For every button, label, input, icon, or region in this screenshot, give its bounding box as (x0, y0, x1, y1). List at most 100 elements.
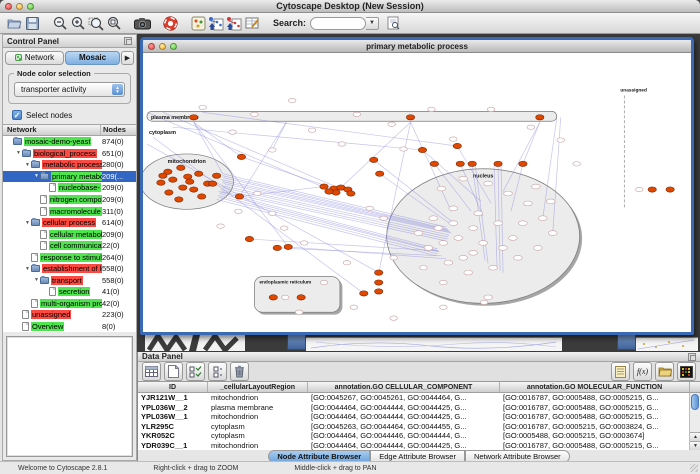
selected-node[interactable] (418, 147, 426, 152)
selected-node[interactable] (536, 115, 544, 120)
selected-node[interactable] (175, 197, 183, 202)
save-icon[interactable] (23, 14, 41, 32)
node[interactable] (519, 221, 528, 226)
node[interactable] (509, 236, 518, 241)
selected-node[interactable] (320, 184, 328, 189)
node[interactable] (295, 310, 303, 314)
scroll-up-icon[interactable]: ▲ (690, 432, 700, 441)
selected-node[interactable] (519, 161, 527, 166)
node[interactable] (366, 206, 374, 210)
scroll-down-icon[interactable]: ▼ (690, 441, 700, 450)
network-canvas[interactable]: plasma membrane cytoplasm mitochondrion … (143, 53, 691, 332)
node[interactable] (424, 246, 433, 251)
node[interactable] (524, 201, 533, 206)
tree-row[interactable]: secretion41(0) (3, 286, 136, 298)
tree-row[interactable]: ▼primary metabo209(... (3, 171, 136, 183)
selected-node[interactable] (360, 291, 368, 296)
node[interactable] (444, 260, 453, 265)
node[interactable] (254, 191, 262, 195)
node[interactable] (459, 176, 468, 181)
tree-row[interactable]: nitrogen compo209(0) (3, 194, 136, 206)
birdseye-panel[interactable] (6, 336, 133, 457)
node[interactable] (390, 316, 398, 320)
col-go-cellular-component[interactable]: annotation.GO CELLULAR_COMPONENT (308, 382, 500, 392)
selected-node[interactable] (184, 174, 192, 179)
node[interactable] (487, 107, 495, 111)
selected-node[interactable] (430, 161, 438, 166)
node[interactable] (388, 122, 396, 126)
background-window-canvas[interactable] (636, 337, 698, 351)
zoom-selected-region-icon[interactable] (87, 14, 105, 32)
selected-node[interactable] (198, 194, 206, 199)
node[interactable] (573, 162, 581, 166)
selected-node[interactable] (165, 190, 173, 195)
selected-node[interactable] (169, 177, 177, 182)
node[interactable] (636, 187, 644, 191)
selected-node[interactable] (195, 171, 203, 176)
selected-node[interactable] (245, 236, 253, 241)
resize-grip[interactable] (690, 464, 698, 472)
tree-row[interactable]: Overview8(0) (3, 321, 136, 333)
node[interactable] (548, 231, 557, 236)
tree-row[interactable]: cellular metabol209(0) (3, 228, 136, 240)
tree-row[interactable]: unassigned223(0) (3, 309, 136, 321)
node[interactable] (538, 216, 547, 221)
float-panel-icon[interactable] (124, 37, 132, 45)
unselect-attributes-icon[interactable] (208, 362, 227, 381)
tree-row[interactable]: response to stimulu264(0) (3, 251, 136, 263)
tree-col-network[interactable]: Network (3, 125, 101, 135)
selected-node[interactable] (190, 115, 198, 120)
selected-node[interactable] (375, 289, 383, 294)
snapshot-camera-icon[interactable] (133, 14, 151, 32)
node[interactable] (459, 255, 468, 260)
node[interactable] (251, 112, 259, 116)
table-row[interactable]: YKR052Ccytoplasm[GO:0044464, GO:0044446,… (138, 431, 700, 441)
zoom-out-icon[interactable] (51, 14, 69, 32)
tab-mosaic[interactable]: Mosaic (65, 51, 120, 65)
selected-node[interactable] (370, 157, 378, 162)
node[interactable] (400, 147, 408, 151)
selected-node[interactable] (456, 161, 464, 166)
node[interactable] (269, 211, 277, 215)
node[interactable] (489, 265, 498, 270)
node[interactable] (288, 98, 296, 102)
help-lifesaver-icon[interactable] (161, 14, 179, 32)
node[interactable] (440, 305, 448, 309)
selected-node[interactable] (159, 173, 167, 178)
node[interactable] (440, 280, 448, 284)
node[interactable] (504, 191, 513, 196)
birdseye-view-icon[interactable] (189, 14, 207, 32)
select-nodes-checkbox[interactable]: ✓ (12, 110, 22, 120)
node[interactable] (429, 216, 438, 221)
col-id[interactable]: ID (138, 382, 208, 392)
node[interactable] (235, 209, 243, 213)
node[interactable] (514, 255, 523, 260)
edge[interactable] (173, 127, 423, 150)
node[interactable] (557, 138, 565, 142)
edge[interactable] (194, 122, 242, 157)
node[interactable] (269, 148, 277, 152)
selected-node[interactable] (190, 187, 198, 192)
node[interactable] (308, 128, 316, 132)
edge[interactable] (153, 137, 364, 293)
selected-node[interactable] (494, 161, 502, 166)
node[interactable] (229, 130, 237, 134)
selected-node[interactable] (375, 280, 383, 285)
table-row[interactable]: YPL036W__1mitochondrion[GO:0044464, GO:0… (138, 412, 700, 422)
node[interactable] (469, 226, 478, 231)
selected-node[interactable] (325, 189, 333, 194)
attribute-editor-icon[interactable] (243, 14, 261, 32)
edge[interactable] (272, 122, 286, 150)
node[interactable] (350, 305, 358, 309)
node[interactable] (437, 186, 446, 191)
tree-col-nodes[interactable]: Nodes (101, 125, 136, 135)
selected-node[interactable] (177, 165, 185, 170)
node[interactable] (533, 246, 542, 251)
node[interactable] (434, 226, 443, 231)
node[interactable] (449, 221, 458, 226)
float-panel-icon[interactable] (688, 353, 696, 361)
node[interactable] (428, 107, 436, 111)
tree-row[interactable]: ▼cellular process614(0) (3, 217, 136, 229)
search-options-icon[interactable] (384, 14, 402, 32)
zoom-fit-icon[interactable] (105, 14, 123, 32)
